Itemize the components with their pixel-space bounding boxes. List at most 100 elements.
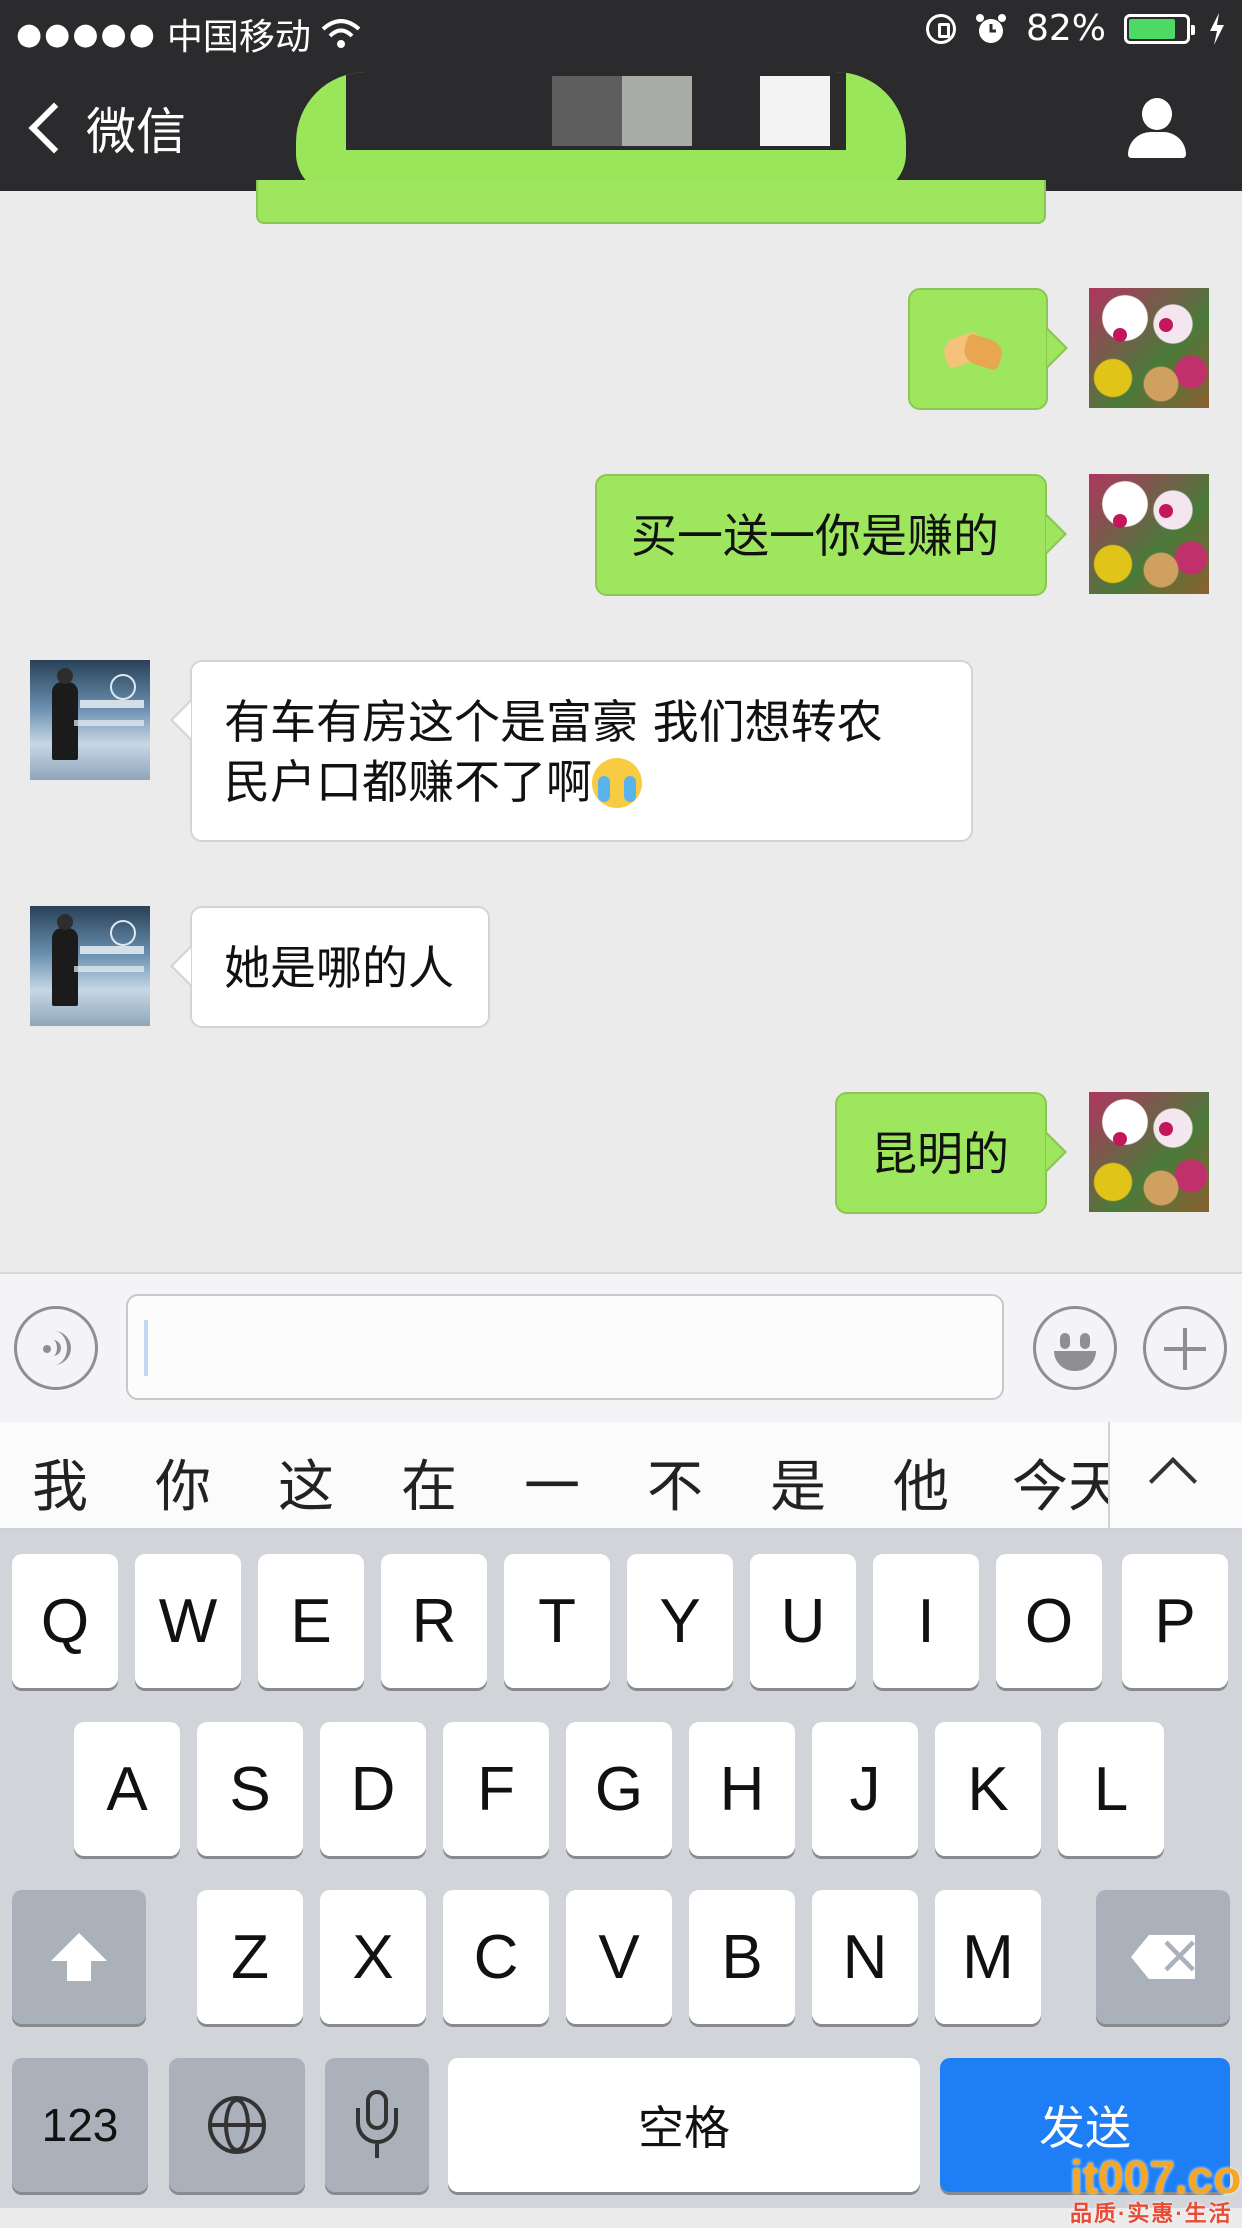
my-avatar[interactable] [1089, 474, 1209, 594]
avatar-emblem [110, 920, 136, 946]
avatar-pattern [74, 966, 144, 972]
candidate-word[interactable]: 不 [647, 1442, 703, 1523]
redaction-pixel [622, 76, 692, 146]
message-text: 昆明的 [871, 1127, 1009, 1181]
voice-icon-wave [49, 1331, 71, 1365]
key-o[interactable]: O [996, 1554, 1102, 1688]
expand-candidates-button[interactable] [1108, 1422, 1242, 1528]
contact-avatar[interactable] [30, 660, 150, 780]
emoji-button[interactable] [1033, 1306, 1117, 1390]
language-key[interactable] [169, 2058, 305, 2192]
battery-percent: 82% [1025, 8, 1106, 49]
key-u[interactable]: U [750, 1554, 856, 1688]
microphone-icon [352, 2090, 402, 2160]
avatar-pattern [1159, 1122, 1173, 1136]
key-w[interactable]: W [135, 1554, 241, 1688]
key-j[interactable]: J [812, 1722, 918, 1856]
message-bubble-incoming[interactable]: 有车有房这个是富豪 我们想转农 民户口都赚不了啊 [170, 660, 973, 842]
charging-icon [1210, 12, 1224, 45]
backspace-icon [1131, 1935, 1195, 1979]
key-m[interactable]: M [935, 1890, 1041, 2024]
wifi-icon [321, 19, 361, 48]
key-s[interactable]: S [197, 1722, 303, 1856]
candidate-word[interactable]: 你 [155, 1442, 211, 1523]
candidate-word[interactable]: 我 [32, 1442, 88, 1523]
candidate-word[interactable]: 在 [401, 1442, 457, 1523]
message-bubble-outgoing[interactable]: 买一送一你是赚的 [595, 474, 1067, 596]
battery-level-fill [1129, 18, 1175, 39]
key-t[interactable]: T [504, 1554, 610, 1688]
message-bubble-outgoing[interactable]: 昆明的 [835, 1092, 1067, 1214]
key-z[interactable]: Z [197, 1890, 303, 2024]
candidate-word[interactable]: 他 [893, 1442, 949, 1523]
key-l[interactable]: L [1058, 1722, 1164, 1856]
signal-strength-icon: ●●●●● [16, 16, 157, 52]
previous-message-bubble[interactable] [256, 180, 1046, 224]
message-text-line: 民户口都赚不了啊 [224, 752, 971, 812]
key-d[interactable]: D [320, 1722, 426, 1856]
redaction-pixel [552, 76, 622, 146]
key-n[interactable]: N [812, 1890, 918, 2024]
message-text: 买一送一你是赚的 [631, 509, 999, 563]
person-icon-body [1128, 132, 1186, 158]
alarm-icon [975, 13, 1006, 43]
key-f[interactable]: F [443, 1722, 549, 1856]
back-button[interactable]: 微信 [28, 92, 186, 164]
chevron-left-icon [28, 102, 80, 154]
key-h[interactable]: H [689, 1722, 795, 1856]
crying-face-emoji-icon [592, 758, 642, 808]
avatar-emblem [110, 674, 136, 700]
my-avatar[interactable] [1089, 288, 1209, 408]
carrier-info: ●●●●● 中国移动 [16, 8, 361, 60]
keyboard: Q W E R T Y U I O P A S D F G H J K L Z … [0, 1530, 1242, 2208]
nav-bar: 微信 [0, 62, 1242, 194]
contact-avatar[interactable] [30, 906, 150, 1026]
redacted-chat-title [296, 72, 906, 194]
space-key[interactable]: 空格 [448, 2058, 920, 2192]
key-a[interactable]: A [74, 1722, 180, 1856]
message-text: 她是哪的人 [224, 941, 454, 995]
more-options-button[interactable] [1143, 1306, 1227, 1390]
redaction-pixel [760, 76, 830, 146]
dictation-key[interactable] [325, 2058, 429, 2192]
profile-button[interactable] [1128, 98, 1186, 158]
microphone-icon-stand [356, 2108, 398, 2144]
key-y[interactable]: Y [627, 1554, 733, 1688]
message-text-line: 有车有房这个是富豪 我们想转农 [224, 695, 883, 749]
shift-arrow-icon [51, 1933, 107, 1981]
avatar-pattern [74, 720, 144, 726]
key-b[interactable]: B [689, 1890, 795, 2024]
avatar-pattern [1159, 318, 1173, 332]
battery-icon [1124, 13, 1195, 44]
avatar-pattern [80, 700, 144, 708]
avatar-pattern [1159, 504, 1173, 518]
my-avatar[interactable] [1089, 1092, 1209, 1212]
key-x[interactable]: X [320, 1890, 426, 2024]
key-r[interactable]: R [381, 1554, 487, 1688]
numbers-key[interactable]: 123 [12, 2058, 148, 2192]
back-label: 微信 [86, 103, 186, 161]
key-k[interactable]: K [935, 1722, 1041, 1856]
candidate-word[interactable]: 是 [770, 1442, 826, 1523]
key-v[interactable]: V [566, 1890, 672, 2024]
hand-right [960, 332, 1006, 372]
key-q[interactable]: Q [12, 1554, 118, 1688]
avatar-pattern [80, 946, 144, 954]
message-bubble-outgoing[interactable] [908, 288, 1068, 410]
key-e[interactable]: E [258, 1554, 364, 1688]
avatar-pattern [1113, 1132, 1127, 1146]
key-i[interactable]: I [873, 1554, 979, 1688]
voice-input-button[interactable] [14, 1306, 98, 1390]
candidate-word[interactable]: 这 [278, 1442, 334, 1523]
key-c[interactable]: C [443, 1890, 549, 2024]
key-p[interactable]: P [1122, 1554, 1228, 1688]
shift-key[interactable] [12, 1890, 146, 2024]
chat-input-bar [0, 1272, 1242, 1422]
message-input[interactable] [126, 1294, 1004, 1400]
message-bubble-incoming[interactable]: 她是哪的人 [170, 906, 490, 1028]
key-g[interactable]: G [566, 1722, 672, 1856]
avatar-pattern [1113, 514, 1127, 528]
candidate-word[interactable]: 一 [524, 1442, 580, 1523]
smiley-icon-eye [1060, 1333, 1070, 1349]
backspace-key[interactable] [1096, 1890, 1230, 2024]
